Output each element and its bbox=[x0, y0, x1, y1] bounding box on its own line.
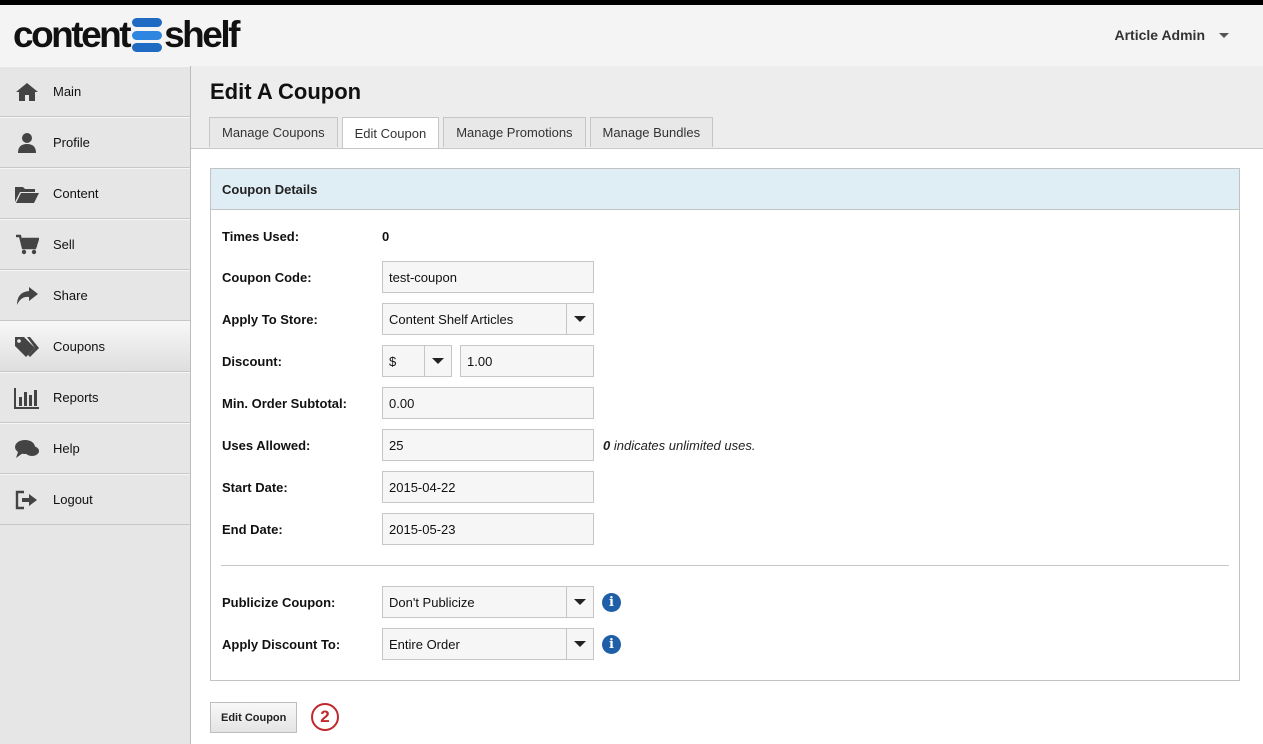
sidebar-item-label: Main bbox=[53, 84, 82, 99]
apply-to-store-value: Content Shelf Articles bbox=[389, 311, 514, 327]
chat-icon bbox=[14, 437, 40, 461]
bar-chart-icon bbox=[14, 386, 40, 410]
tab-manage-promotions[interactable]: Manage Promotions bbox=[443, 117, 586, 147]
sidebar-item-label: Coupons bbox=[53, 339, 106, 354]
divider bbox=[221, 565, 1229, 566]
sidebar-item-label: Content bbox=[53, 186, 99, 201]
uses-allowed-input[interactable]: 25 bbox=[382, 429, 594, 461]
step-marker: 2 bbox=[311, 703, 339, 731]
panel-title: Coupon Details bbox=[211, 169, 1239, 210]
times-used-label: Times Used: bbox=[222, 228, 300, 244]
apply-discount-select[interactable]: Entire Order bbox=[382, 628, 594, 660]
tab-bar: Manage Coupons Edit Coupon Manage Promot… bbox=[209, 117, 714, 148]
tab-edit-coupon[interactable]: Edit Coupon bbox=[341, 117, 440, 148]
sidebar-item-reports[interactable]: Reports bbox=[0, 372, 190, 423]
sidebar: Main Profile Content Sell Share Coupons bbox=[0, 66, 191, 744]
coupon-details-panel: Coupon Details Times Used: 0 Coupon Code… bbox=[210, 168, 1240, 681]
publicize-select[interactable]: Don't Publicize bbox=[382, 586, 594, 618]
coupon-code-label: Coupon Code: bbox=[222, 269, 312, 285]
dropdown-arrow-icon bbox=[424, 346, 451, 376]
times-used-value: 0 bbox=[382, 228, 390, 244]
discount-type-value: $ bbox=[389, 353, 397, 369]
end-date-row: End Date: 2015-05-23 bbox=[222, 513, 594, 545]
uses-allowed-label: Uses Allowed: bbox=[222, 437, 311, 453]
start-date-label: Start Date: bbox=[222, 479, 288, 495]
publicize-value: Don't Publicize bbox=[389, 594, 475, 610]
logo-text-left: content bbox=[13, 14, 132, 55]
publicize-row: Publicize Coupon: Don't Publicize i bbox=[222, 586, 621, 618]
sidebar-item-content[interactable]: Content bbox=[0, 168, 190, 219]
min-order-row: Min. Order Subtotal: 0.00 bbox=[222, 387, 594, 419]
start-date-row: Start Date: 2015-04-22 bbox=[222, 471, 594, 503]
sidebar-item-label: Share bbox=[53, 288, 88, 303]
folder-icon bbox=[14, 182, 40, 206]
sidebar-item-share[interactable]: Share bbox=[0, 270, 190, 321]
sidebar-item-label: Logout bbox=[53, 492, 93, 507]
sidebar-item-coupons[interactable]: Coupons bbox=[0, 321, 190, 372]
sidebar-item-label: Reports bbox=[53, 390, 99, 405]
min-order-label: Min. Order Subtotal: bbox=[222, 395, 347, 411]
tab-manage-coupons[interactable]: Manage Coupons bbox=[209, 117, 338, 147]
tab-manage-bundles[interactable]: Manage Bundles bbox=[589, 117, 714, 147]
dropdown-arrow-icon bbox=[566, 587, 593, 617]
apply-discount-label: Apply Discount To: bbox=[222, 636, 341, 652]
coupon-code-input[interactable]: test-coupon bbox=[382, 261, 594, 293]
logo-mark-icon bbox=[132, 18, 163, 52]
user-name: Article Admin bbox=[1114, 27, 1206, 43]
dropdown-arrow-icon bbox=[566, 629, 593, 659]
user-menu[interactable]: Article Admin bbox=[1114, 27, 1229, 43]
edit-coupon-button[interactable]: Edit Coupon bbox=[210, 702, 298, 733]
tags-icon bbox=[14, 335, 40, 359]
logo-text-right: shelf bbox=[164, 14, 240, 55]
discount-amount-input[interactable]: 1.00 bbox=[460, 345, 594, 377]
apply-to-store-row: Apply To Store: Content Shelf Articles bbox=[222, 303, 594, 335]
sidebar-item-help[interactable]: Help bbox=[0, 423, 190, 474]
sidebar-item-logout[interactable]: Logout bbox=[0, 474, 190, 525]
home-icon bbox=[14, 80, 40, 104]
apply-discount-value: Entire Order bbox=[389, 636, 460, 652]
title-band: Edit A Coupon Manage Coupons Edit Coupon… bbox=[191, 66, 1263, 149]
discount-label: Discount: bbox=[222, 353, 282, 369]
uses-allowed-hint: 0 indicates unlimited uses. bbox=[603, 438, 755, 453]
cart-icon bbox=[14, 233, 40, 257]
info-icon[interactable]: i bbox=[602, 592, 621, 612]
end-date-input[interactable]: 2015-05-23 bbox=[382, 513, 594, 545]
discount-row: Discount: $ 1.00 bbox=[222, 345, 594, 377]
coupon-code-row: Coupon Code: test-coupon bbox=[222, 261, 594, 293]
sidebar-item-sell[interactable]: Sell bbox=[0, 219, 190, 270]
logout-icon bbox=[14, 488, 40, 512]
sidebar-item-label: Profile bbox=[53, 135, 90, 150]
apply-to-store-label: Apply To Store: bbox=[222, 311, 318, 327]
logo[interactable]: content shelf bbox=[13, 14, 240, 55]
min-order-input[interactable]: 0.00 bbox=[382, 387, 594, 419]
apply-to-store-select[interactable]: Content Shelf Articles bbox=[382, 303, 594, 335]
caret-down-icon bbox=[1219, 32, 1229, 38]
page-title: Edit A Coupon bbox=[210, 79, 362, 104]
user-icon bbox=[14, 131, 40, 155]
apply-discount-row: Apply Discount To: Entire Order i bbox=[222, 628, 621, 660]
sidebar-item-label: Help bbox=[53, 441, 80, 456]
dropdown-arrow-icon bbox=[566, 304, 593, 334]
uses-allowed-row: Uses Allowed: 25 0 indicates unlimited u… bbox=[222, 429, 755, 461]
info-icon[interactable]: i bbox=[602, 634, 621, 654]
publicize-label: Publicize Coupon: bbox=[222, 594, 336, 610]
sidebar-item-main[interactable]: Main bbox=[0, 66, 190, 117]
share-icon bbox=[14, 284, 40, 308]
app-header: content shelf Article Admin bbox=[0, 5, 1263, 67]
discount-type-select[interactable]: $ bbox=[382, 345, 452, 377]
end-date-label: End Date: bbox=[222, 521, 283, 537]
sidebar-item-profile[interactable]: Profile bbox=[0, 117, 190, 168]
start-date-input[interactable]: 2015-04-22 bbox=[382, 471, 594, 503]
times-used-row: Times Used: 0 bbox=[222, 226, 389, 246]
sidebar-item-label: Sell bbox=[53, 237, 75, 252]
main-content: Edit A Coupon Manage Coupons Edit Coupon… bbox=[191, 66, 1263, 744]
hint-text: indicates unlimited uses. bbox=[610, 437, 756, 453]
